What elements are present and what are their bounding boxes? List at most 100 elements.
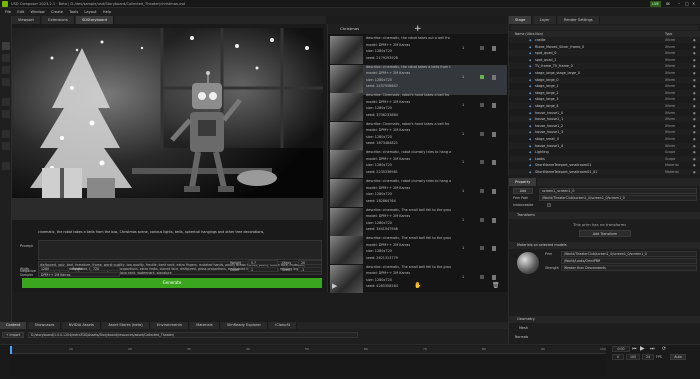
select-tool-icon[interactable] [2, 42, 10, 50]
fps-field[interactable]: 24 [642, 354, 654, 360]
tab-layer[interactable]: Layer [533, 16, 557, 24]
stage-tree-row[interactable]: ◆ house_house1_4 Xform ● [509, 142, 700, 149]
visibility-icon[interactable]: ● [693, 162, 696, 168]
delete-frame-icon[interactable] [492, 160, 496, 166]
prim-name-field[interactable]: screen1_screen1_0 [539, 188, 697, 194]
stage-tree-row[interactable]: ◆ spot_quad_1 Xform ● [509, 56, 700, 63]
delete-frame-icon[interactable] [492, 131, 496, 137]
visibility-icon[interactable]: ● [693, 156, 696, 162]
close-icon[interactable]: × [692, 1, 695, 7]
visibility-icon[interactable]: ● [693, 110, 696, 116]
stage-tree-row[interactable]: ◆ TV_frame_TV_frame_0 Xform ● [509, 63, 700, 70]
visibility-icon[interactable]: ● [693, 90, 696, 96]
stage-tree-row[interactable]: ◆ stage_large_2 Xform ● [509, 89, 700, 96]
prim-path-field[interactable]: /World/TheaterClub/screen1_0/screen1_0/s… [539, 195, 697, 201]
visibility-icon[interactable]: ● [693, 136, 696, 142]
tab-environments[interactable]: Environments [151, 322, 189, 329]
delete-frame-icon[interactable] [492, 217, 496, 223]
storyboard-frame[interactable]: describe: cinematic, The small bell fell… [330, 236, 507, 266]
scale-tool-icon[interactable] [2, 78, 10, 86]
visibility-icon[interactable]: ● [693, 37, 696, 43]
resolution-badge[interactable]: 8K [666, 1, 670, 7]
auto-key-button[interactable]: Auto [670, 354, 686, 360]
stage-tree-row[interactable]: ◆ house_house1_3 Xform ● [509, 129, 700, 136]
storyboard-frame[interactable]: describe: cinematic, The small bell fell… [330, 264, 507, 295]
transform-section[interactable]: Transform [509, 212, 700, 219]
frame-thumbnail[interactable] [330, 64, 363, 93]
menu-create[interactable]: Create [51, 8, 63, 16]
stage-tree-row[interactable]: ◆ stage_large_0 Xform ● [509, 76, 700, 83]
storyboard-frame[interactable]: describe: cinematic, The small bell fell… [330, 207, 507, 238]
strength-select[interactable]: Weaker than Descendants [561, 265, 697, 271]
frame-thumbnail[interactable] [330, 179, 363, 207]
stage-tree-row[interactable]: ◆ house_house1_1 Xform ● [509, 116, 700, 123]
add-frame-icon[interactable]: + [414, 24, 422, 34]
storyboard-frame[interactable]: describe: Cinematic, robot's hand takes … [330, 121, 507, 152]
play-storyboard-icon[interactable]: ▶ [332, 282, 337, 290]
maximize-icon[interactable]: □ [685, 1, 689, 7]
frame-thumbnail[interactable] [330, 150, 363, 179]
stage-tree-row[interactable]: ◆ Looks Scope ● [509, 155, 700, 162]
stage-tree-row[interactable]: ◆ house_house1_0 Xform ● [509, 109, 700, 116]
tab-materials[interactable]: Materials [190, 322, 220, 329]
add-transform-button[interactable]: Add Transform [579, 230, 631, 237]
play-tool-icon[interactable] [2, 162, 10, 170]
mesh-label[interactable]: Mesh [519, 326, 528, 330]
delete-frame-icon[interactable] [492, 74, 496, 80]
weight-input[interactable]: 0.7 [248, 260, 278, 265]
visibility-icon[interactable]: ● [693, 116, 696, 122]
frame-checkbox[interactable] [480, 189, 484, 193]
snap-tool-icon[interactable] [2, 98, 10, 106]
frame-checkbox[interactable] [480, 217, 484, 222]
live-badge[interactable]: LIVE [650, 1, 661, 7]
stage-tree-row[interactable]: ◆ ShortNameTeleport_smallroom01 Material ● [509, 162, 700, 169]
menu-layout[interactable]: Layout [84, 8, 96, 16]
tab-render-settings[interactable]: Render Settings [557, 16, 600, 24]
tab-sdstoryboard[interactable]: SDStoryboard [75, 16, 114, 24]
tab-property[interactable]: Property [509, 178, 538, 186]
width-input[interactable]: 1280 [38, 266, 68, 271]
visibility-icon[interactable]: ● [693, 143, 696, 149]
prompt-input[interactable] [38, 240, 322, 260]
delete-frame-icon[interactable] [492, 103, 496, 109]
frame-checkbox[interactable] [480, 74, 484, 79]
sampler-select[interactable]: DPM++ 2M Karras [38, 272, 120, 277]
frame-thumbnail[interactable] [330, 236, 363, 265]
delete-frame-icon[interactable] [492, 246, 496, 252]
stage-tree-row[interactable]: ◆ stage_large_4 Xform ● [509, 103, 700, 109]
visibility-icon[interactable]: ● [693, 103, 696, 109]
visibility-icon[interactable]: ● [693, 149, 696, 155]
content-path-field[interactable]: D:/storyboard/1.0.0.1204/extraTDS/Assets… [28, 332, 358, 338]
visibility-icon[interactable]: ● [693, 123, 696, 129]
stage-tree-row[interactable]: ◆ stage_large_stage_large_0 Xform ● [509, 70, 700, 76]
stage-tree-row[interactable]: ◆ stage_small_0 Xform ● [509, 136, 700, 142]
hand-icon[interactable]: ✋ [414, 282, 421, 290]
step-forward-icon[interactable]: ⏭ [650, 346, 655, 352]
material-path-field[interactable]: /World/Looks/OmniPBR [561, 258, 697, 264]
move-tool-icon[interactable] [2, 54, 10, 62]
measure-tool-icon[interactable] [2, 130, 10, 138]
current-frame-field[interactable]: 0:00 [612, 346, 630, 352]
visibility-icon[interactable]: ● [693, 169, 696, 175]
stage-tree-row[interactable]: ◆ Lighting Scope ● [509, 149, 700, 156]
menu-help[interactable]: Help [103, 8, 111, 16]
count-input[interactable]: 1 [248, 267, 278, 272]
visibility-icon[interactable]: ● [693, 83, 696, 89]
frame-checkbox[interactable] [480, 131, 484, 136]
camera-tool-icon[interactable] [2, 142, 10, 150]
step-back-icon[interactable]: ⏮ [632, 346, 637, 352]
tab-simready[interactable]: SimReady Explorer [220, 322, 268, 329]
geometry-section[interactable]: Geometry [509, 316, 700, 323]
minimize-icon[interactable]: – [678, 1, 680, 7]
menu-window[interactable]: Window [31, 8, 45, 16]
stage-tree-row[interactable]: ◆ ShortNameTeleport_smallroom01_01 Materia… [509, 169, 700, 175]
loop-icon[interactable]: ⟳ [662, 346, 666, 352]
storyboard-frame[interactable]: describe: Cinematic, robot's hand takes … [330, 93, 507, 123]
tab-extensions[interactable]: Extensions [42, 16, 75, 24]
play-button-icon[interactable]: ▶ [640, 346, 645, 352]
tab-content[interactable]: Content [0, 322, 28, 329]
materials-section[interactable]: Materials on selected models [509, 242, 700, 249]
delete-frame-icon[interactable] [492, 274, 496, 280]
stage-tree-row[interactable]: ◆ house_house1_2 Xform ● [509, 122, 700, 129]
visibility-icon[interactable]: ● [693, 57, 696, 63]
